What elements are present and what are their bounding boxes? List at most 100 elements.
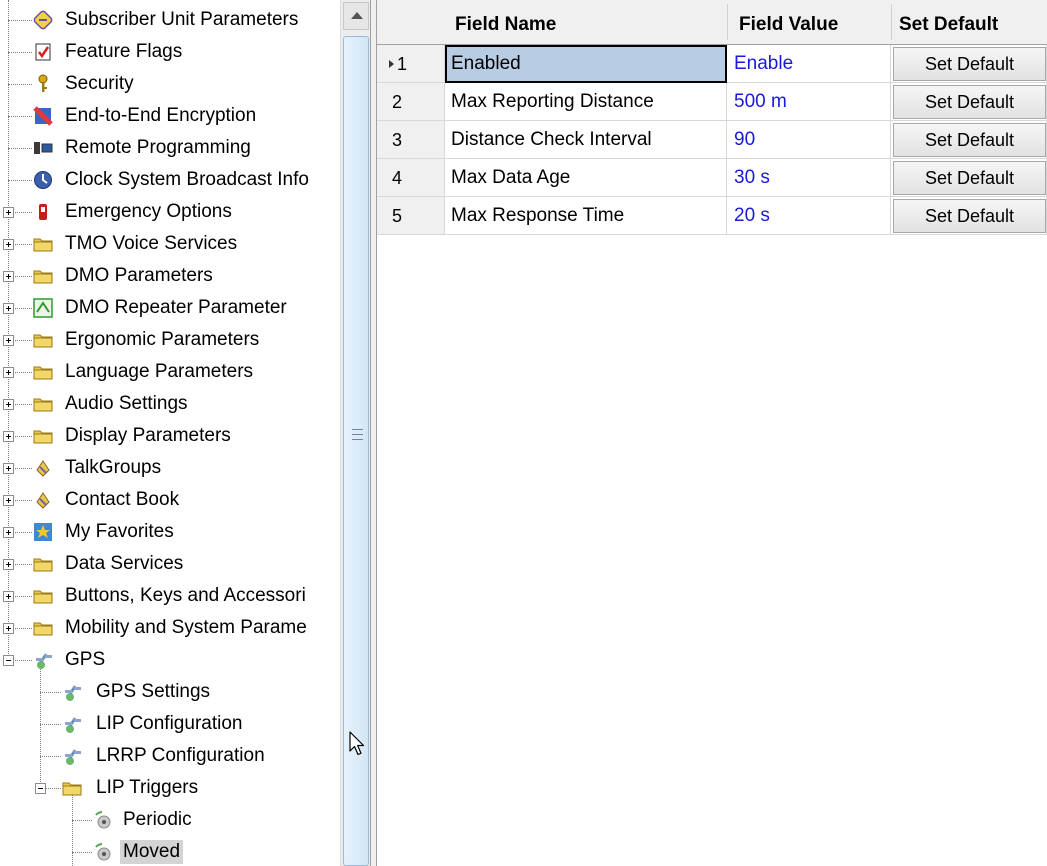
parameter-tree[interactable]: Subscriber Unit Parameters Feature Flags S… — [0, 0, 340, 866]
pane-splitter[interactable] — [370, 0, 377, 866]
tree-item-security[interactable]: Security — [0, 68, 340, 100]
tree-item-feature-flags[interactable]: Feature Flags — [0, 36, 340, 68]
field-value-cell[interactable]: 30 s — [727, 159, 891, 197]
row-number: 3 — [392, 130, 403, 150]
expand-plus-icon[interactable] — [3, 463, 14, 474]
repeater-icon — [33, 298, 53, 318]
tree-item-gps[interactable]: GPS — [0, 644, 340, 676]
encryption-icon — [33, 106, 53, 126]
set-default-button[interactable]: Set Default — [893, 47, 1046, 81]
table-row[interactable]: 4 Max Data Age 30 s Set Default — [377, 159, 1047, 197]
field-value-cell[interactable]: Enable — [727, 45, 891, 83]
tree-item-display-parameters[interactable]: Display Parameters — [0, 420, 340, 452]
field-name-header[interactable]: Field Name — [455, 0, 556, 44]
tree-item-label: Security — [65, 73, 134, 94]
tree-branch-line — [8, 52, 32, 53]
expand-plus-icon[interactable] — [3, 367, 14, 378]
tree-item-subscriber-unit-parameters[interactable]: Subscriber Unit Parameters — [0, 4, 340, 36]
tree-item-label: Feature Flags — [65, 41, 183, 62]
field-value-cell[interactable]: 500 m — [727, 83, 891, 121]
collapse-minus-icon[interactable] — [3, 655, 14, 666]
tree-item-ergonomic-parameters[interactable]: Ergonomic Parameters — [0, 324, 340, 356]
set-default-button[interactable]: Set Default — [893, 85, 1046, 119]
table-row[interactable]: 2 Max Reporting Distance 500 m Set Default — [377, 83, 1047, 121]
field-name-cell[interactable]: Max Data Age — [445, 159, 727, 197]
tree-item-audio-settings[interactable]: Audio Settings — [0, 388, 340, 420]
row-header[interactable]: 3 — [377, 121, 445, 159]
tree-item-talkgroups[interactable]: TalkGroups — [0, 452, 340, 484]
tree-item-moved[interactable]: Moved — [0, 836, 340, 866]
row-number: 5 — [392, 206, 403, 226]
expand-plus-icon[interactable] — [3, 559, 14, 570]
expand-plus-icon[interactable] — [3, 207, 14, 218]
tree-item-clock-system-broadcast-info[interactable]: Clock System Broadcast Info — [0, 164, 340, 196]
expand-plus-icon[interactable] — [3, 623, 14, 634]
tree-branch-line — [40, 724, 61, 725]
row-header[interactable]: 5 — [377, 197, 445, 235]
expand-plus-icon[interactable] — [3, 527, 14, 538]
expand-plus-icon[interactable] — [3, 303, 14, 314]
tree-item-periodic[interactable]: Periodic — [0, 804, 340, 836]
tree-item-dmo-parameters[interactable]: DMO Parameters — [0, 260, 340, 292]
folder-icon — [33, 394, 53, 414]
collapse-minus-icon[interactable] — [35, 783, 46, 794]
tree-item-label: DMO Parameters — [65, 265, 213, 286]
gps-satellite-icon — [62, 714, 82, 734]
expand-plus-icon[interactable] — [3, 239, 14, 250]
set-default-button[interactable]: Set Default — [893, 199, 1046, 233]
tree-item-mobility-and-system-parame[interactable]: Mobility and System Parame — [0, 612, 340, 644]
field-value-header[interactable]: Field Value — [739, 0, 838, 44]
subscriber-unit-icon — [33, 10, 53, 30]
tree-item-label: TalkGroups — [65, 457, 162, 478]
table-row[interactable]: 3 Distance Check Interval 90 Set Default — [377, 121, 1047, 159]
tree-branch-line — [40, 756, 61, 757]
tree-item-buttons-keys-and-accessori[interactable]: Buttons, Keys and Accessori — [0, 580, 340, 612]
tree-item-end-to-end-encryption[interactable]: End-to-End Encryption — [0, 100, 340, 132]
tree-branch-line — [8, 148, 32, 149]
tree-item-language-parameters[interactable]: Language Parameters — [0, 356, 340, 388]
expand-plus-icon[interactable] — [3, 399, 14, 410]
field-name-cell[interactable]: Max Reporting Distance — [445, 83, 727, 121]
set-default-cell: Set Default — [891, 121, 1047, 159]
expand-plus-icon[interactable] — [3, 271, 14, 282]
field-name-cell[interactable]: Max Response Time — [445, 197, 727, 235]
tree-branch-line — [8, 20, 32, 21]
tree-item-tmo-voice-services[interactable]: TMO Voice Services — [0, 228, 340, 260]
tree-item-remote-programming[interactable]: Remote Programming — [0, 132, 340, 164]
field-name-cell[interactable]: Enabled — [445, 45, 727, 83]
table-row[interactable]: 1 Enabled Enable Set Default — [377, 45, 1047, 83]
tree-item-label: Clock System Broadcast Info — [65, 169, 309, 190]
tree-item-dmo-repeater-parameter[interactable]: DMO Repeater Parameter — [0, 292, 340, 324]
key-icon — [33, 74, 53, 94]
tree-item-my-favorites[interactable]: My Favorites — [0, 516, 340, 548]
set-default-button[interactable]: Set Default — [893, 161, 1046, 195]
expand-plus-icon[interactable] — [3, 335, 14, 346]
table-row[interactable]: 5 Max Response Time 20 s Set Default — [377, 197, 1047, 235]
tree-item-lrrp-configuration[interactable]: LRRP Configuration — [0, 740, 340, 772]
expand-plus-icon[interactable] — [3, 591, 14, 602]
scroll-up-arrow-icon[interactable] — [343, 2, 369, 30]
tree-item-contact-book[interactable]: Contact Book — [0, 484, 340, 516]
row-header[interactable]: 2 — [377, 83, 445, 121]
field-name-cell[interactable]: Distance Check Interval — [445, 121, 727, 159]
row-header[interactable]: 4 — [377, 159, 445, 197]
set-default-cell: Set Default — [891, 45, 1047, 83]
set-default-cell: Set Default — [891, 83, 1047, 121]
folder-icon — [33, 330, 53, 350]
set-default-button[interactable]: Set Default — [893, 123, 1046, 157]
field-value-cell[interactable]: 20 s — [727, 197, 891, 235]
tree-item-emergency-options[interactable]: Emergency Options — [0, 196, 340, 228]
tree-item-lip-triggers[interactable]: LIP Triggers — [0, 772, 340, 804]
expand-plus-icon[interactable] — [3, 495, 14, 506]
folder-icon — [33, 426, 53, 446]
expand-plus-icon[interactable] — [3, 431, 14, 442]
tree-branch-line — [8, 180, 32, 181]
feature-flags-icon — [33, 42, 53, 62]
field-value-cell[interactable]: 90 — [727, 121, 891, 159]
set-default-header[interactable]: Set Default — [899, 0, 998, 44]
tree-item-data-services[interactable]: Data Services — [0, 548, 340, 580]
trigger-icon — [93, 842, 113, 862]
tree-item-lip-configuration[interactable]: LIP Configuration — [0, 708, 340, 740]
row-header[interactable]: 1 — [377, 45, 445, 83]
tree-item-gps-settings[interactable]: GPS Settings — [0, 676, 340, 708]
